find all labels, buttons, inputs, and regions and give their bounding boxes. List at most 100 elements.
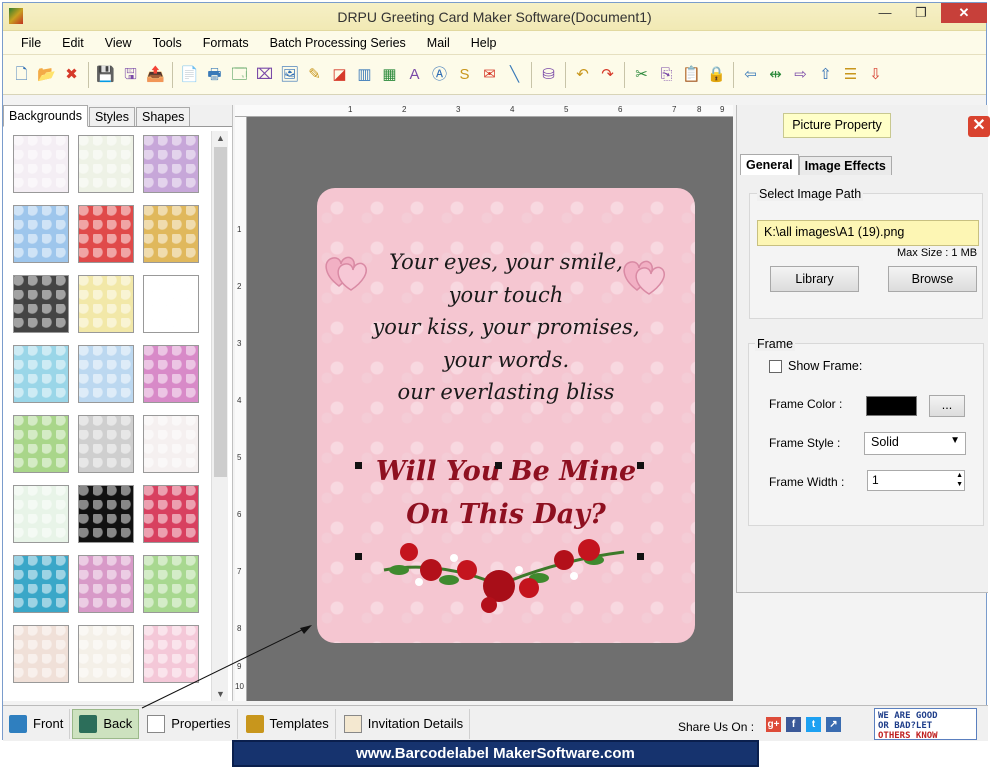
google-plus-icon[interactable]: g+: [766, 717, 781, 732]
close-doc-icon[interactable]: ✖: [61, 64, 83, 86]
background-thumbnail[interactable]: [78, 135, 134, 193]
menu-formats[interactable]: Formats: [203, 36, 249, 50]
wordart-icon[interactable]: Ⓐ: [429, 64, 451, 86]
background-thumbnail[interactable]: [13, 625, 69, 683]
background-thumbnail[interactable]: [143, 485, 199, 543]
left-icon[interactable]: ⇦: [740, 64, 762, 86]
menu-view[interactable]: View: [105, 36, 132, 50]
barcode-icon[interactable]: ▥: [354, 64, 376, 86]
menu-file[interactable]: File: [21, 36, 41, 50]
background-thumbnail[interactable]: [143, 135, 199, 193]
properties-icon[interactable]: 📄: [179, 64, 201, 86]
share-icon[interactable]: ↗: [826, 717, 841, 732]
down-icon[interactable]: ⇩: [865, 64, 887, 86]
tab-backgrounds[interactable]: Backgrounds: [3, 105, 88, 127]
align-icon[interactable]: ☰: [840, 64, 862, 86]
frame-color-swatch[interactable]: [866, 396, 917, 416]
export-icon[interactable]: 📤: [145, 64, 167, 86]
menu-tools[interactable]: Tools: [153, 36, 182, 50]
poem-text[interactable]: Your eyes, your smile, your touch your k…: [317, 246, 695, 409]
signature-icon[interactable]: S: [454, 64, 476, 86]
background-thumbnail[interactable]: [13, 555, 69, 613]
menu-edit[interactable]: Edit: [62, 36, 84, 50]
image-icon[interactable]: 🖼: [279, 64, 301, 86]
background-thumbnail[interactable]: [78, 345, 134, 403]
properties-button[interactable]: Properties: [141, 708, 238, 739]
undo-icon[interactable]: ↶: [572, 64, 594, 86]
lock-icon[interactable]: 🔒: [706, 64, 728, 86]
gallery-scrollbar[interactable]: ▲ ▼: [211, 131, 228, 701]
up-icon[interactable]: ⇧: [815, 64, 837, 86]
background-thumbnail[interactable]: [143, 415, 199, 473]
tab-styles[interactable]: Styles: [88, 107, 136, 126]
scroll-thumb[interactable]: [214, 147, 227, 477]
background-thumbnail[interactable]: [78, 485, 134, 543]
back-button[interactable]: Back: [72, 708, 140, 739]
redo-icon[interactable]: ↷: [597, 64, 619, 86]
resize-handle[interactable]: [637, 462, 644, 469]
design-canvas[interactable]: 1 2 3 4 5 6 7 8 9 1 2 3 4 5 6 7 8 9 10 Y…: [235, 105, 733, 701]
background-thumbnail[interactable]: [13, 485, 69, 543]
frame-style-select[interactable]: Solid ▼: [864, 432, 966, 455]
background-thumbnail[interactable]: [78, 625, 134, 683]
copy-icon[interactable]: ⎘: [656, 64, 678, 86]
background-thumbnail[interactable]: [143, 275, 199, 333]
right-icon[interactable]: ⇨: [790, 64, 812, 86]
database-icon[interactable]: ⛁: [538, 64, 560, 86]
envelope-icon[interactable]: ✉: [479, 64, 501, 86]
close-window-button[interactable]: ✕: [941, 3, 987, 23]
invitation-details-button[interactable]: Invitation Details: [338, 708, 471, 739]
save-icon[interactable]: 💾: [95, 64, 117, 86]
greeting-card[interactable]: Your eyes, your smile, your touch your k…: [317, 188, 695, 643]
barcode2-icon[interactable]: ▦: [379, 64, 401, 86]
flip-icon[interactable]: ⇹: [765, 64, 787, 86]
tab-image-effects[interactable]: Image Effects: [798, 156, 892, 175]
resize-handle[interactable]: [355, 462, 362, 469]
tab-general[interactable]: General: [740, 154, 799, 175]
open-icon[interactable]: 📂: [36, 64, 58, 86]
background-thumbnail[interactable]: [78, 205, 134, 263]
menu-batch-processing[interactable]: Batch Processing Series: [270, 36, 406, 50]
library-button[interactable]: Library: [770, 266, 859, 292]
background-thumbnail[interactable]: [13, 415, 69, 473]
browse-button[interactable]: Browse: [888, 266, 977, 292]
templates-button[interactable]: Templates: [240, 708, 336, 739]
paste-icon[interactable]: 📋: [681, 64, 703, 86]
background-thumbnail[interactable]: [13, 205, 69, 263]
print-preview-icon[interactable]: 🗔: [229, 64, 251, 86]
line-icon[interactable]: ╲: [504, 64, 526, 86]
show-frame-checkbox[interactable]: [769, 360, 782, 373]
background-thumbnail[interactable]: [13, 345, 69, 403]
frame-color-button[interactable]: ...: [929, 395, 965, 417]
scroll-up-icon[interactable]: ▲: [212, 133, 229, 143]
close-panel-button[interactable]: ✕: [968, 116, 990, 137]
background-thumbnail[interactable]: [78, 275, 134, 333]
restore-button[interactable]: ❐: [906, 3, 936, 23]
new-icon[interactable]: 🗋: [11, 64, 33, 86]
pen-icon[interactable]: ✎: [304, 64, 326, 86]
shape-icon[interactable]: ◪: [329, 64, 351, 86]
background-thumbnail[interactable]: [78, 555, 134, 613]
minimize-button[interactable]: —: [870, 3, 900, 23]
website-banner[interactable]: www.Barcodelabel MakerSoftware.com: [232, 740, 759, 767]
facebook-icon[interactable]: f: [786, 717, 801, 732]
tab-shapes[interactable]: Shapes: [136, 107, 191, 126]
front-button[interactable]: Front: [3, 708, 71, 739]
feedback-button[interactable]: WE ARE GOOD OR BAD?LET OTHERS KNOW: [874, 708, 977, 741]
image-path-field[interactable]: K:\all images\A1 (19).png: [757, 220, 979, 246]
background-thumbnail[interactable]: [13, 135, 69, 193]
cut-icon[interactable]: ✂: [631, 64, 653, 86]
background-thumbnail[interactable]: [78, 415, 134, 473]
background-thumbnail[interactable]: [13, 275, 69, 333]
resize-handle[interactable]: [637, 553, 644, 560]
twitter-icon[interactable]: t: [806, 717, 821, 732]
text-icon[interactable]: A: [404, 64, 426, 86]
stepper-arrows-icon[interactable]: ▲ ▼: [956, 471, 963, 489]
menu-help[interactable]: Help: [471, 36, 497, 50]
menu-mail[interactable]: Mail: [427, 36, 450, 50]
crop-icon[interactable]: ⌧: [254, 64, 276, 86]
resize-handle[interactable]: [355, 553, 362, 560]
background-thumbnail[interactable]: [143, 345, 199, 403]
frame-width-stepper[interactable]: 1 ▲ ▼: [867, 470, 965, 491]
save-as-icon[interactable]: 🖫: [120, 64, 142, 86]
